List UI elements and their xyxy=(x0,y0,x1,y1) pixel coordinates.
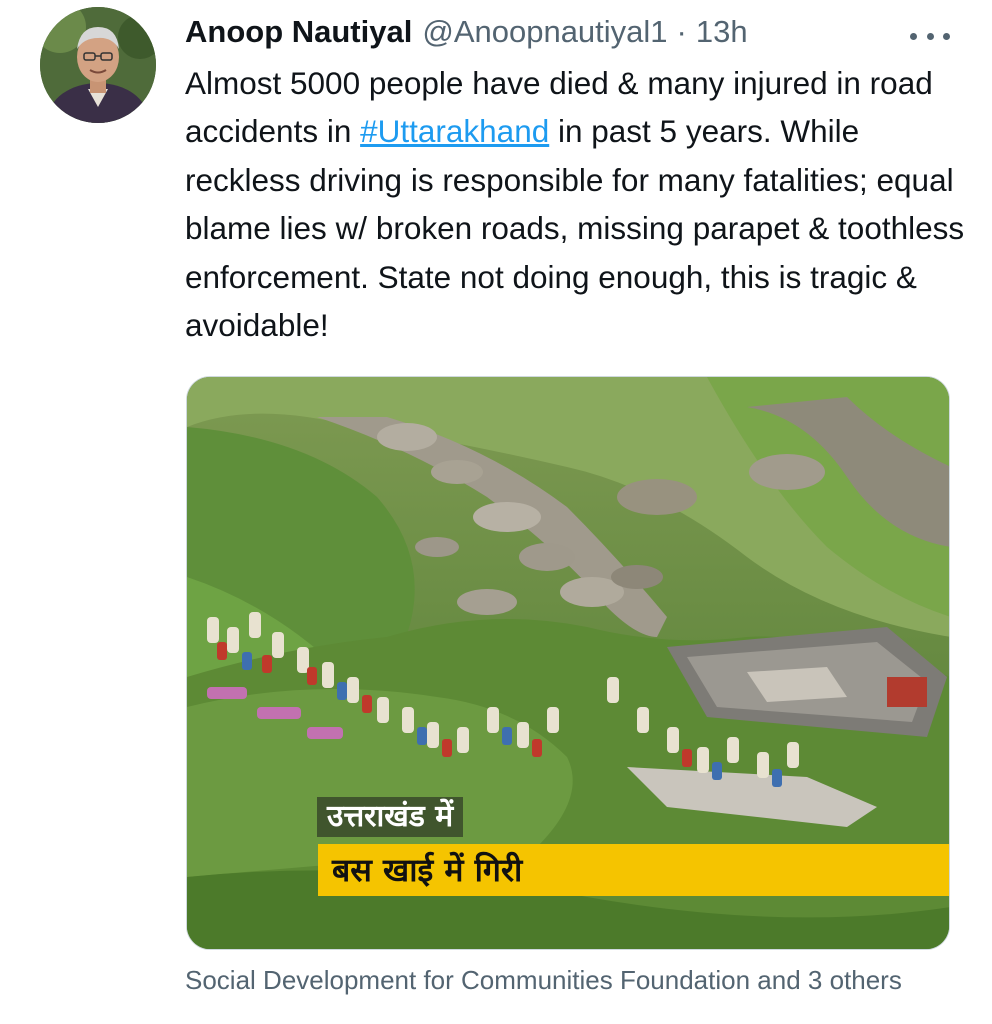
avatar[interactable] xyxy=(40,7,156,123)
hashtag-link[interactable]: #Uttarakhand xyxy=(360,113,549,149)
tweet-timestamp[interactable]: 13h xyxy=(696,8,748,56)
more-dot xyxy=(910,32,917,40)
more-dot xyxy=(926,32,934,40)
more-horizontal-icon[interactable] xyxy=(910,30,950,42)
tweet-media-image[interactable]: उत्तराखंड में बस खाई में गिरी xyxy=(186,376,950,950)
separator-dot: · xyxy=(676,14,687,49)
media-caption-line-2: बस खाई में गिरी xyxy=(318,844,949,896)
tagged-people-link[interactable]: Social Development for Communities Found… xyxy=(185,960,955,1000)
tweet-header: Anoop Nautiyal @Anoopnautiyal1 · 13h xyxy=(185,8,955,58)
tweet-text: Almost 5000 people have died & many inju… xyxy=(185,59,970,349)
media-caption-line-1: उत्तराखंड में xyxy=(317,797,464,837)
author-handle[interactable]: @Anoopnautiyal1 xyxy=(422,8,667,56)
more-dot xyxy=(943,32,950,40)
author-display-name[interactable]: Anoop Nautiyal xyxy=(185,8,412,56)
